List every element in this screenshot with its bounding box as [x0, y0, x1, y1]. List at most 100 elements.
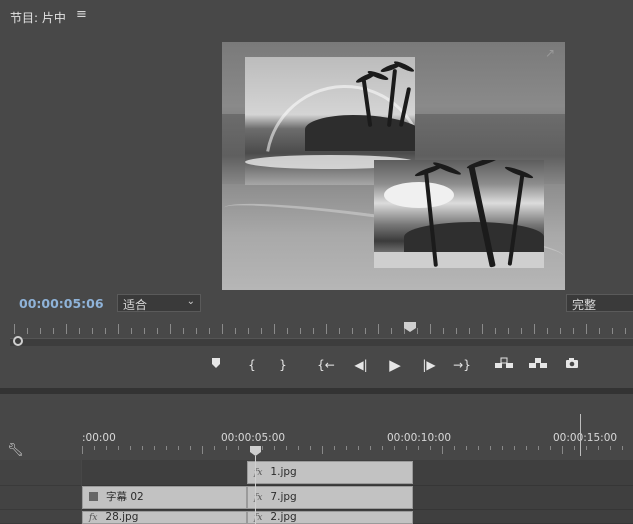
mark-out-icon[interactable]: } — [276, 356, 290, 374]
ruler-tick — [222, 324, 223, 334]
ruler-tick — [560, 328, 561, 334]
ruler-tick — [586, 324, 587, 334]
clip-28-jpg[interactable]: fx 28.jpg — [82, 511, 247, 524]
clip-label: 28.jpg — [105, 511, 139, 523]
ruler-tick — [157, 328, 158, 334]
ruler-tick — [469, 328, 470, 334]
playback-resolution-value: 完整 — [572, 298, 597, 312]
camera-icon[interactable] — [564, 356, 580, 374]
ruler-tick — [391, 328, 392, 334]
lift-icon[interactable] — [493, 356, 515, 374]
ruler-tick — [261, 328, 262, 334]
marker-icon[interactable] — [209, 356, 223, 374]
step-forward-icon[interactable]: |▶ — [420, 356, 438, 374]
ruler-tick — [547, 328, 548, 334]
timeline-ruler-tick — [238, 446, 239, 450]
ruler-tick — [53, 328, 54, 334]
timeline-ruler-tick — [610, 446, 611, 450]
timeline-ruler-tick — [334, 446, 335, 450]
timeline-ruler-tick — [130, 446, 131, 450]
timeline-ruler-tick — [478, 446, 479, 450]
track-header-v2[interactable] — [0, 486, 81, 510]
ruler-tick — [313, 328, 314, 334]
track-header-v3[interactable] — [0, 460, 81, 486]
sand — [374, 252, 544, 268]
timeline-ruler-tick — [526, 446, 527, 450]
zoom-fit-dropdown[interactable]: 适合 ⌄ — [117, 294, 201, 312]
hamburger-menu-icon[interactable]: ≡ — [76, 7, 87, 22]
timeline-ruler-tick — [394, 446, 395, 450]
ruler-tick — [352, 328, 353, 334]
timeline-ruler-tick — [346, 446, 347, 450]
ruler-tick — [300, 328, 301, 334]
timeline-marker-line — [580, 414, 581, 456]
ruler-tick — [404, 328, 405, 334]
extract-icon[interactable] — [527, 356, 549, 374]
timeline-ruler-tick — [466, 446, 467, 450]
monitor-time-ruler[interactable] — [10, 320, 633, 338]
timeline-ruler-tick — [490, 446, 491, 450]
clip-label: 2.jpg — [270, 511, 297, 523]
ruler-tick — [40, 328, 41, 334]
ruler-tick — [66, 324, 67, 334]
ruler-tick — [365, 328, 366, 334]
ruler-tick — [170, 324, 171, 334]
timeline-ruler-tick — [622, 446, 623, 450]
ruler-tick — [79, 328, 80, 334]
clip-title-02[interactable]: 字幕 02 — [82, 486, 247, 509]
clip-7-jpg[interactable]: fx 7.jpg — [247, 486, 413, 509]
ruler-tick — [339, 328, 340, 334]
ruler-tick — [235, 328, 236, 334]
hill — [404, 222, 544, 252]
timeline-time-label: 00:00:15:00 — [553, 432, 618, 444]
ruler-tick — [131, 328, 132, 334]
ruler-tick — [482, 324, 483, 334]
clip-1-jpg[interactable]: fx 1.jpg — [247, 461, 413, 484]
ruler-tick — [521, 328, 522, 334]
timeline-ruler-tick — [178, 446, 179, 450]
wrench-icon[interactable]: 🔧︎ — [7, 443, 24, 458]
timeline-ruler-tick — [310, 446, 311, 450]
mark-in-icon[interactable]: { — [245, 356, 259, 374]
ruler-tick — [105, 328, 106, 334]
ruler-tick — [508, 328, 509, 334]
step-back-icon[interactable]: ◀| — [352, 356, 370, 374]
timeline-playhead-line — [255, 456, 256, 524]
timeline-ruler-tick — [598, 446, 599, 450]
zoom-scrollbar-handle[interactable] — [13, 336, 23, 346]
title-icon — [89, 492, 98, 501]
timeline-ruler-tick — [226, 446, 227, 450]
arrow-icon: ↗ — [544, 46, 555, 60]
playback-resolution-dropdown[interactable]: 完整 — [566, 294, 633, 312]
timeline-time-ruler[interactable] — [82, 446, 633, 458]
monitor-zoom-scrollbar[interactable] — [10, 338, 633, 346]
ruler-tick — [612, 328, 613, 334]
playhead-timecode[interactable]: 00:00:05:06 — [19, 296, 104, 311]
ruler-tick — [287, 328, 288, 334]
timeline-ruler-tick — [430, 446, 431, 450]
timeline-time-label: :00:00 — [82, 432, 116, 444]
ruler-tick — [625, 328, 626, 334]
ruler-tick — [27, 328, 28, 334]
timeline-ruler-tick — [586, 446, 587, 450]
panel-title[interactable]: 节目: 片中 — [10, 9, 66, 26]
timeline-ruler-tick — [454, 446, 455, 450]
clip-2-jpg[interactable]: fx 2.jpg — [247, 511, 413, 524]
timeline-ruler-tick — [358, 446, 359, 450]
timeline-ruler-tick — [514, 446, 515, 450]
go-to-out-icon[interactable]: →} — [452, 356, 472, 374]
play-icon[interactable]: ▶ — [386, 356, 404, 374]
timeline-ruler-tick — [562, 446, 563, 454]
timeline-ruler-tick — [538, 446, 539, 450]
timeline-ruler-tick — [94, 446, 95, 450]
timeline-ruler-tick — [166, 446, 167, 450]
timeline-ruler-tick — [214, 446, 215, 450]
island — [305, 115, 415, 151]
timeline-ruler-tick — [370, 446, 371, 450]
timeline-ruler-tick — [154, 446, 155, 450]
ruler-tick — [209, 328, 210, 334]
go-to-in-icon[interactable]: {← — [316, 356, 336, 374]
zoom-fit-value: 适合 — [123, 298, 148, 312]
clip-label: 7.jpg — [270, 491, 297, 503]
track-header-v1[interactable] — [0, 510, 81, 524]
